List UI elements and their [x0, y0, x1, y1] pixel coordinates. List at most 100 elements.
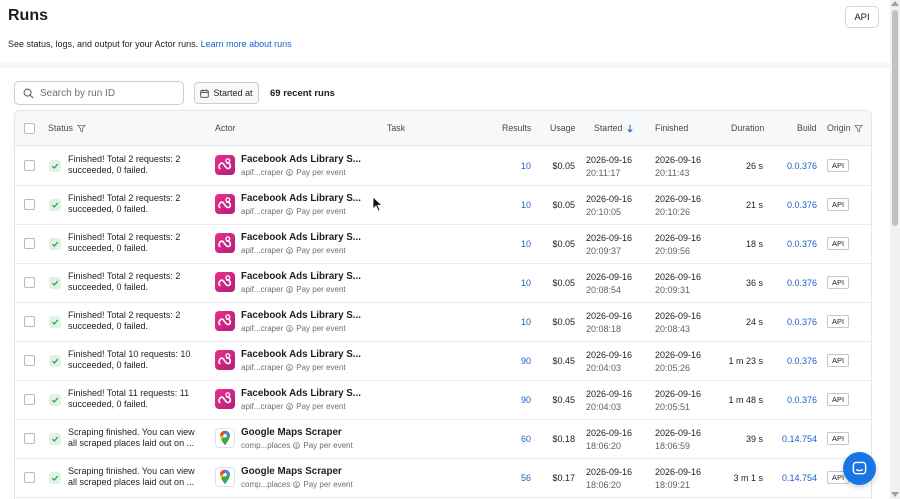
- actor-meta: comp...places $ Pay per event: [241, 480, 353, 489]
- row-checkbox[interactable]: [24, 160, 35, 171]
- results-link[interactable]: 10: [521, 278, 531, 288]
- row-checkbox[interactable]: [24, 238, 35, 249]
- actor-id: apif...craper: [241, 168, 284, 177]
- usage-value: $0.05: [552, 278, 575, 288]
- facebook-ads-icon: [215, 311, 235, 331]
- column-started[interactable]: Started: [594, 123, 634, 133]
- table-row[interactable]: Finished! Total 2 requests: 2 succeeded,…: [15, 186, 871, 225]
- table-row[interactable]: Finished! Total 10 requests: 10 succeede…: [15, 342, 871, 381]
- duration-value: 1 m 23 s: [728, 356, 763, 366]
- table-row[interactable]: Finished! Total 2 requests: 2 succeeded,…: [15, 225, 871, 264]
- facebook-ads-icon: [215, 155, 235, 175]
- search-box[interactable]: [14, 81, 184, 105]
- scroll-down-arrow-icon[interactable]: [891, 492, 899, 497]
- build-link[interactable]: 0.0.376: [787, 278, 817, 288]
- actor-name-link[interactable]: Facebook Ads Library S...: [241, 310, 361, 321]
- duration-value: 26 s: [745, 161, 763, 171]
- table-row[interactable]: Scraping finished. You can view all scra…: [15, 459, 871, 498]
- results-link[interactable]: 10: [521, 317, 531, 327]
- actor-name-link[interactable]: Facebook Ads Library S...: [241, 271, 361, 282]
- actor-name-link[interactable]: Facebook Ads Library S...: [241, 349, 361, 360]
- filter-icon[interactable]: [854, 124, 864, 133]
- finished-date: 2026-09-16: [655, 233, 702, 243]
- results-link[interactable]: 60: [521, 434, 531, 444]
- actor-id: apif...craper: [241, 207, 284, 216]
- finished-date: 2026-09-16: [655, 350, 702, 360]
- duration-value: 39 s: [745, 434, 763, 444]
- finished-date: 2026-09-16: [655, 389, 702, 399]
- search-icon: [23, 88, 34, 99]
- status-message: Scraping finished. You can view all scra…: [68, 427, 195, 448]
- status-success-icon: [49, 160, 61, 172]
- finished-date: 2026-09-16: [655, 467, 702, 477]
- duration-value: 24 s: [745, 317, 763, 327]
- page-header: Runs See status, logs, and output for yo…: [0, 0, 890, 66]
- row-checkbox[interactable]: [24, 199, 35, 210]
- learn-more-link[interactable]: Learn more about runs: [201, 39, 292, 49]
- started-date: 2026-09-16: [586, 389, 633, 399]
- results-link[interactable]: 10: [521, 200, 531, 210]
- actor-meta: apif...craper $ Pay per event: [241, 402, 346, 411]
- row-checkbox[interactable]: [24, 472, 35, 483]
- scrollbar-thumb[interactable]: [892, 10, 898, 226]
- actor-id: comp...places: [241, 441, 291, 450]
- build-link[interactable]: 0.0.376: [787, 239, 817, 249]
- started-datetime: 2026-09-16 20:11:17: [586, 154, 632, 180]
- row-checkbox[interactable]: [24, 277, 35, 288]
- column-status[interactable]: Status: [48, 123, 86, 133]
- api-button[interactable]: API: [845, 6, 879, 28]
- build-link[interactable]: 0.0.376: [787, 395, 817, 405]
- row-checkbox[interactable]: [24, 316, 35, 327]
- pricing-icon: $: [286, 208, 294, 215]
- svg-text:$: $: [295, 443, 298, 449]
- build-link[interactable]: 0.0.376: [787, 356, 817, 366]
- column-task: Task: [387, 123, 406, 133]
- started-at-filter-button[interactable]: Started at: [194, 82, 259, 104]
- table-row[interactable]: Finished! Total 11 requests: 11 succeede…: [15, 381, 871, 420]
- row-checkbox[interactable]: [24, 355, 35, 366]
- actor-name-link[interactable]: Facebook Ads Library S...: [241, 154, 361, 165]
- actor-name-link[interactable]: Facebook Ads Library S...: [241, 232, 361, 243]
- search-input[interactable]: [40, 87, 170, 99]
- facebook-ads-icon: [215, 194, 235, 214]
- build-link[interactable]: 0.0.376: [787, 161, 817, 171]
- table-row[interactable]: Finished! Total 2 requests: 2 succeeded,…: [15, 147, 871, 186]
- finished-time: 20:09:31: [655, 285, 691, 295]
- recent-runs-count: 69 recent runs: [270, 88, 335, 99]
- usage-value: $0.05: [552, 200, 575, 210]
- actor-name-link[interactable]: Facebook Ads Library S...: [241, 388, 361, 399]
- build-link[interactable]: 0.0.376: [787, 200, 817, 210]
- results-link[interactable]: 90: [521, 356, 531, 366]
- select-all-checkbox[interactable]: [24, 123, 35, 134]
- duration-value: 18 s: [745, 239, 763, 249]
- table-row[interactable]: Finished! Total 2 requests: 2 succeeded,…: [15, 264, 871, 303]
- actor-id: apif...craper: [241, 246, 284, 255]
- svg-text:$: $: [288, 404, 291, 410]
- actor-name-link[interactable]: Facebook Ads Library S...: [241, 193, 361, 204]
- finished-date: 2026-09-16: [655, 272, 702, 282]
- pricing-model: Pay per event: [303, 441, 353, 450]
- status-success-icon: [49, 472, 61, 484]
- build-link[interactable]: 0.0.376: [787, 317, 817, 327]
- results-link[interactable]: 10: [521, 239, 531, 249]
- row-checkbox[interactable]: [24, 394, 35, 405]
- column-origin[interactable]: Origin: [827, 123, 864, 133]
- scroll-up-arrow-icon[interactable]: [891, 1, 899, 6]
- started-date: 2026-09-16: [586, 155, 633, 165]
- status-message: Finished! Total 2 requests: 2 succeeded,…: [68, 232, 181, 253]
- row-checkbox[interactable]: [24, 433, 35, 444]
- support-chat-button[interactable]: [843, 452, 876, 485]
- actor-name-link[interactable]: Google Maps Scraper: [241, 466, 342, 477]
- build-link[interactable]: 0.14.754: [782, 473, 817, 483]
- results-link[interactable]: 10: [521, 161, 531, 171]
- results-link[interactable]: 56: [521, 473, 531, 483]
- finished-date: 2026-09-16: [655, 194, 702, 204]
- build-link[interactable]: 0.14.754: [782, 434, 817, 444]
- google-maps-icon: [215, 467, 235, 487]
- filter-icon[interactable]: [77, 124, 86, 133]
- actor-name-link[interactable]: Google Maps Scraper: [241, 427, 342, 438]
- table-row[interactable]: Scraping finished. You can view all scra…: [15, 420, 871, 459]
- table-row[interactable]: Finished! Total 2 requests: 2 succeeded,…: [15, 303, 871, 342]
- finished-time: 18:06:59: [655, 441, 691, 451]
- results-link[interactable]: 90: [521, 395, 531, 405]
